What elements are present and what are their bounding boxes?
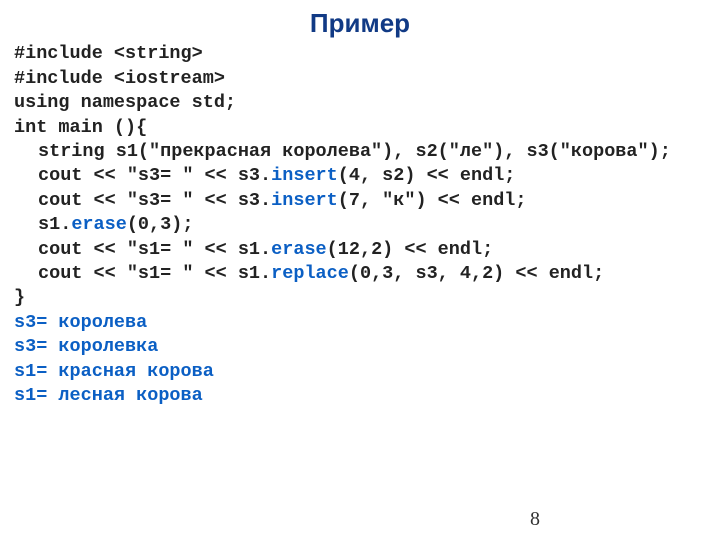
code-cout2-prefix: cout << "s3= " << s3. xyxy=(38,190,271,211)
code-main-close: } xyxy=(14,286,706,310)
code-method-erase: erase xyxy=(271,239,327,260)
code-cout3: cout << "s1= " << s1.erase(12,2) << endl… xyxy=(38,238,706,262)
output-line-3: s1= красная корова xyxy=(14,360,706,384)
page-number: 8 xyxy=(530,506,540,532)
slide-title: Пример xyxy=(0,0,720,42)
code-erase-prefix: s1. xyxy=(38,214,71,235)
code-method-replace: replace xyxy=(271,263,349,284)
code-erase-suffix: (0,3); xyxy=(127,214,194,235)
code-method-insert: insert xyxy=(271,165,338,186)
code-method-insert: insert xyxy=(271,190,338,211)
output-line-2: s3= королевка xyxy=(14,335,706,359)
code-include-string: #include <string> xyxy=(14,42,706,66)
code-cout2-suffix: (7, "к") << endl; xyxy=(338,190,527,211)
code-cout3-prefix: cout << "s1= " << s1. xyxy=(38,239,271,260)
code-include-iostream: #include <iostream> xyxy=(14,67,706,91)
code-cout1: cout << "s3= " << s3.insert(4, s2) << en… xyxy=(38,164,706,188)
code-main-open: int main (){ xyxy=(14,116,706,140)
code-cout4-prefix: cout << "s1= " << s1. xyxy=(38,263,271,284)
output-line-1: s3= королева xyxy=(14,311,706,335)
code-cout3-suffix: (12,2) << endl; xyxy=(327,239,494,260)
code-block: #include <string> #include <iostream> us… xyxy=(0,42,720,408)
code-method-erase: erase xyxy=(71,214,127,235)
code-decl: string s1("прекрасная королева"), s2("ле… xyxy=(38,140,706,164)
code-cout4-suffix: (0,3, s3, 4,2) << endl; xyxy=(349,263,604,284)
code-cout1-prefix: cout << "s3= " << s3. xyxy=(38,165,271,186)
code-cout4: cout << "s1= " << s1.replace(0,3, s3, 4,… xyxy=(38,262,706,286)
code-cout2: cout << "s3= " << s3.insert(7, "к") << e… xyxy=(38,189,706,213)
code-using-namespace: using namespace std; xyxy=(14,91,706,115)
output-line-4: s1= лесная корова xyxy=(14,384,706,408)
code-erase: s1.erase(0,3); xyxy=(38,213,706,237)
code-cout1-suffix: (4, s2) << endl; xyxy=(338,165,516,186)
